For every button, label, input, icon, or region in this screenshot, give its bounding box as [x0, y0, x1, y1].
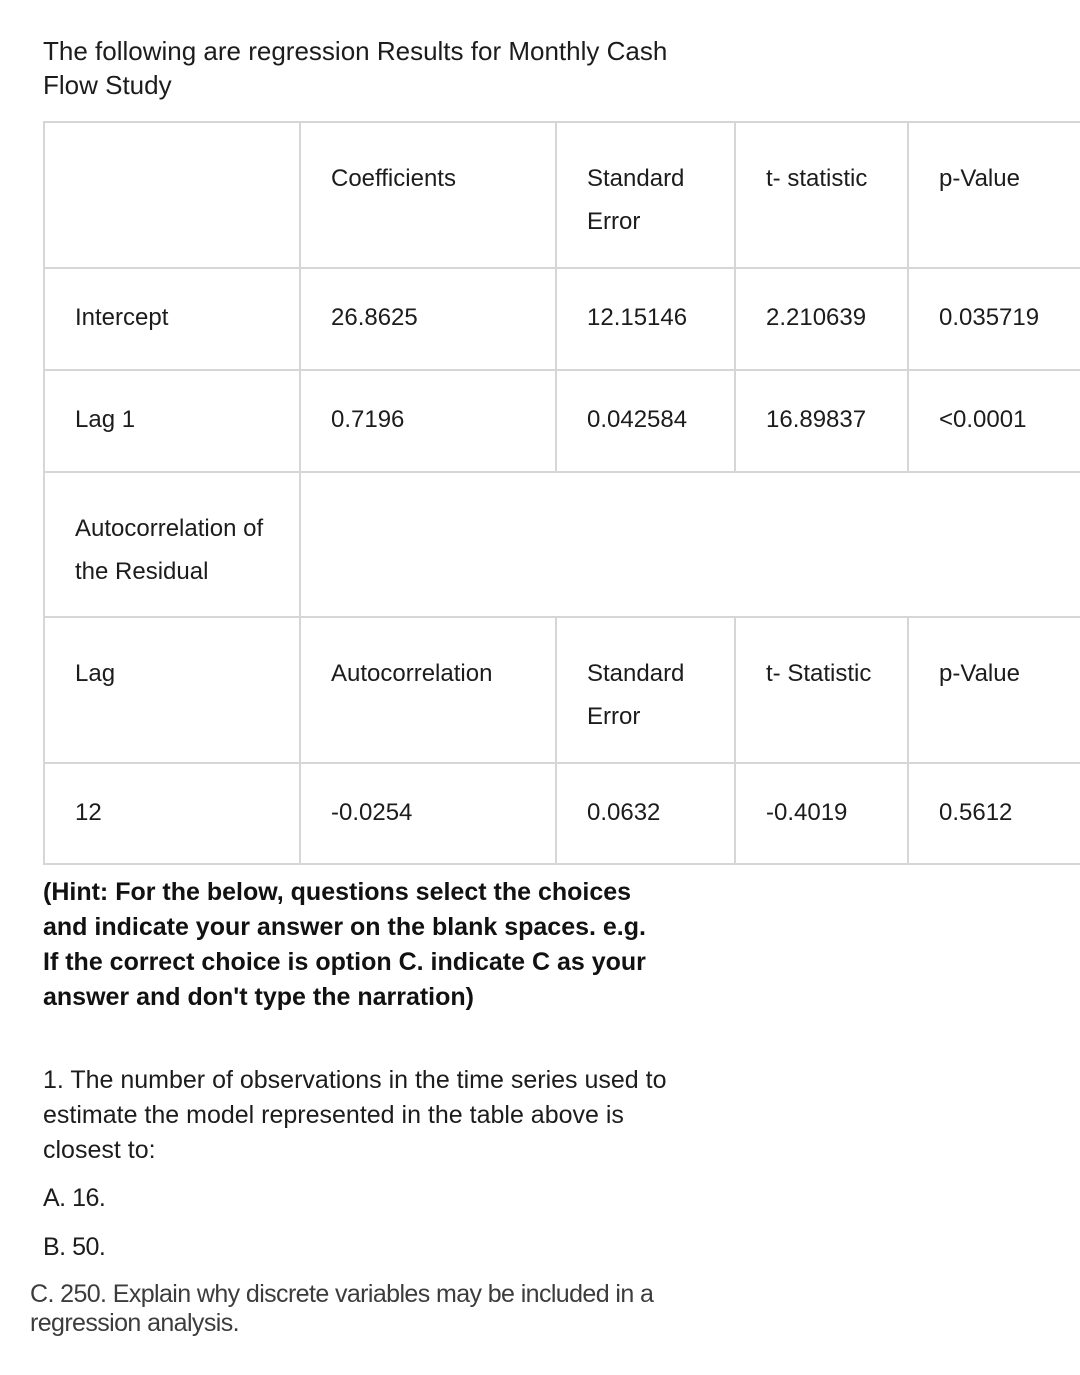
- p-value: <0.0001: [907, 369, 1080, 473]
- header-cell-coefficients: Coefficients: [299, 121, 557, 269]
- header-cell-autocorrelation: Autocorrelation: [299, 616, 557, 764]
- standard-error-value: 0.0632: [555, 762, 736, 865]
- header-cell-p-value: p-Value: [907, 616, 1080, 764]
- standard-error-value: 0.042584: [555, 369, 736, 473]
- section-empty-cell: [299, 471, 1080, 618]
- header-cell-t-statistic: t- Statistic: [734, 616, 909, 764]
- table-header-row: Coefficients Standard Error t- statistic…: [43, 121, 1080, 269]
- option-a: A. 16.: [43, 1184, 106, 1212]
- p-value: 0.5612: [907, 762, 1080, 865]
- section-label: Autocorrelation of the Residual: [43, 471, 301, 618]
- coefficient-value: 26.8625: [299, 267, 557, 371]
- page-title: The following are regression Results for…: [43, 36, 668, 100]
- t-statistic-value: -0.4019: [734, 762, 909, 865]
- header-cell-blank: [43, 121, 301, 269]
- p-value: 0.035719: [907, 267, 1080, 371]
- row-label: Intercept: [43, 267, 301, 371]
- option-c: C. 250. Explain why discrete variables m…: [30, 1280, 654, 1337]
- option-b: B. 50.: [43, 1233, 106, 1261]
- regression-results-table: Coefficients Standard Error t- statistic…: [43, 121, 1080, 865]
- header-cell-p-value: p-Value: [907, 121, 1080, 269]
- coefficient-value: 0.7196: [299, 369, 557, 473]
- header-cell-standard-error: Standard Error: [555, 616, 736, 764]
- hint-text: (Hint: For the below, questions select t…: [43, 878, 646, 1011]
- table-header-row-2: Lag Autocorrelation Standard Error t- St…: [43, 616, 1080, 764]
- header-cell-t-statistic: t- statistic: [734, 121, 909, 269]
- header-cell-lag: Lag: [43, 616, 301, 764]
- table-row-lag-12: 12 -0.0254 0.0632 -0.4019 0.5612: [43, 762, 1080, 865]
- header-cell-standard-error: Standard Error: [555, 121, 736, 269]
- t-statistic-value: 2.210639: [734, 267, 909, 371]
- t-statistic-value: 16.89837: [734, 369, 909, 473]
- lag-value: 12: [43, 762, 301, 865]
- regression-results-table-container: Coefficients Standard Error t- statistic…: [43, 121, 1080, 865]
- standard-error-value: 12.15146: [555, 267, 736, 371]
- autocorrelation-value: -0.0254: [299, 762, 557, 865]
- question-text: 1. The number of observations in the tim…: [43, 1066, 667, 1164]
- row-label: Lag 1: [43, 369, 301, 473]
- table-row-lag-1: Lag 1 0.7196 0.042584 16.89837 <0.0001: [43, 369, 1080, 473]
- table-section-row: Autocorrelation of the Residual: [43, 471, 1080, 618]
- table-row-intercept: Intercept 26.8625 12.15146 2.210639 0.03…: [43, 267, 1080, 371]
